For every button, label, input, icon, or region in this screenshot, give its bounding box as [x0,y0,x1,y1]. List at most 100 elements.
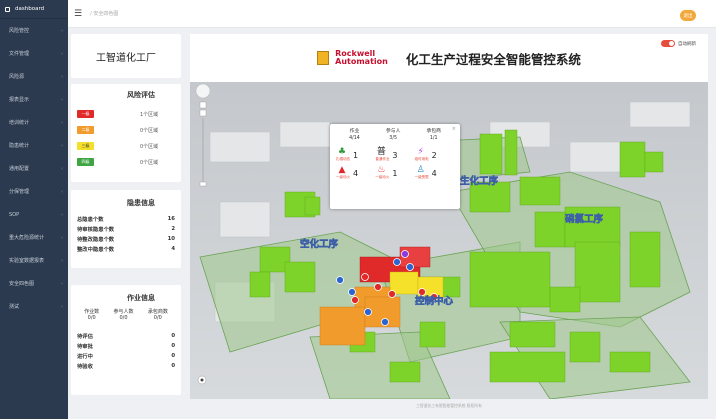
auto-refresh-toggle[interactable]: 自动刷新 [661,40,696,47]
popup-job-type[interactable]: ⚡ 临时用电 2 [415,148,454,162]
popup-col: 参与人 3/5 [386,128,400,142]
sidebar-item[interactable]: 重大危险源统计 ‹ [0,226,68,249]
job-panel: 作业信息 作业数 0/0 参与人数 0/0 承包商数 0/0 待评估 0 待审批 0 进行中 0 待验… [71,285,181,395]
job-head-value: 0/0 [87,315,96,321]
popup-job-count: 1 [353,150,359,160]
popup-job-label: 一级动火 [336,175,350,179]
job-row-label: 进行中 [77,354,93,360]
hazard-label: 总隐患个数 [77,217,104,223]
popup-col-label: 作业 [349,129,360,134]
risk-level-text: 1个区域 [140,111,159,118]
job-row: 待验收 0 [77,361,175,371]
sidebar-item-label: 隐患统计 [9,143,30,149]
dashboard-link[interactable]: dashboard [0,0,68,19]
sidebar-item[interactable]: 培训统计 ‹ [0,111,68,134]
popup-job-label: 普通作业 [375,157,390,161]
sidebar-item[interactable]: 通用配置 ‹ [0,157,68,180]
chevron-icon: ‹ [61,50,63,57]
popup-job-count: 2 [431,150,437,160]
popup-col: 承包商 1/1 [427,128,441,142]
hazard-panel: 隐患信息 总隐患个数 16 待审核隐患个数 2 待整改隐患个数 10 整改中隐患个数 4 [71,190,181,268]
map-label-2: 硝氯工序 [565,213,604,225]
factory-name: 工智道化工厂 [96,52,156,64]
risk-panel: 风险评估 一级 1个区域 二级 0个区域 三级 0个区域 四级 0个区域 [71,84,181,182]
worker-icon: ♙ [416,165,425,175]
job-row-label: 待验收 [77,364,93,370]
popup-job-count: 4 [431,168,437,178]
risk-level-chip: 四级 [77,158,94,166]
hazard-row: 整改中隐患个数 4 [77,244,175,254]
sidebar-item-label: SOP [9,211,20,218]
risk-level-chip: 三级 [77,142,94,150]
risk-level-chip: 二级 [77,126,94,134]
risk-level-text: 0个区域 [140,127,159,134]
chevron-icon: ‹ [61,27,63,34]
risk-level-text: 0个区域 [140,159,159,166]
job-head-value: 0/0 [153,315,162,321]
menu-toggle-icon[interactable]: ☰ [74,9,82,19]
sidebar-item[interactable]: 测试 ‹ [0,295,68,318]
hazard-label: 待审核隐患个数 [77,227,115,233]
sidebar-item[interactable]: 文件管理 ‹ [0,42,68,65]
popup-job-label: 一级受限 [414,175,429,179]
sidebar-item[interactable]: SOP ‹ [0,203,68,226]
popup-job-count: 1 [392,168,398,178]
job-row-value: 0 [171,363,175,369]
hazard-row: 待审核隐患个数 2 [77,224,175,234]
sidebar-item[interactable]: 安全四色图 ‹ [0,272,68,295]
popup-col-label: 参与人 [385,129,401,134]
chevron-icon: ‹ [61,188,63,195]
hazard-title: 隐患信息 [127,199,155,207]
person-icon: ♣ [337,147,347,157]
popup-col-value: 1/1 [429,136,438,141]
risk-row: 一级 1个区域 [77,106,175,122]
sidebar-item-label: 重大危险源统计 [9,235,45,241]
sidebar-item-label: 实验室数据报表 [9,258,45,264]
popup-job-type[interactable]: ♨ 一级动火 1 [375,166,414,180]
chevron-icon: ‹ [61,73,63,80]
sidebar-item-label: 风险源 [9,74,25,80]
sidebar-item[interactable]: 隐患统计 ‹ [0,134,68,157]
job-row: 待评估 0 [77,331,175,341]
chevron-icon: ‹ [61,165,63,172]
popup-job-type[interactable]: 普普通作业 3 [375,148,414,162]
logo-line2: Automation [335,57,388,66]
rockwell-logo: Rockwell Automation [317,50,388,66]
risk-row: 四级 0个区域 [77,154,175,170]
chevron-icon: ‹ [61,142,63,149]
map-label-1: 生化工序 [460,175,499,187]
footer: 工智道化工有限智能管控系统 版权所有 [416,403,482,408]
hazard-label: 整改中隐患个数 [77,247,115,253]
sidebar-item[interactable]: 实验室数据报表 ‹ [0,249,68,272]
sidebar-item[interactable]: 风险管控 ‹ [0,19,68,42]
lightning-icon: ⚡ [417,147,424,157]
job-head-value: 0/0 [119,315,128,321]
popup-job-type[interactable]: ▲ 一级动火 4 [336,166,375,180]
rockwell-logo-icon [317,51,330,65]
toggle-switch[interactable] [661,40,675,47]
factory-panel: 工智道化工厂 [71,34,181,78]
sidebar-item-label: 通用配置 [9,166,30,172]
sidebar-item[interactable]: 风险源 ‹ [0,65,68,88]
popup-job-type[interactable]: ♣ 扎帽动态 1 [336,148,375,162]
dashboard-label: dashboard [15,6,45,12]
risk-row: 二级 0个区域 [77,122,175,138]
chevron-icon: ‹ [61,211,63,218]
hazard-row: 总隐患个数 16 [77,214,175,224]
hazard-value: 4 [171,246,175,252]
hazard-row: 待整改隐患个数 10 [77,234,175,244]
general-icon: 普 [376,147,386,157]
chevron-icon: ‹ [61,234,63,241]
popup-job-count: 4 [353,168,359,178]
exit-button[interactable]: 退出 [680,10,696,21]
close-icon[interactable]: × [452,126,456,132]
job-popup: × 作业 4/14 参与人 3/5 承包商 1/1 ♣ 扎帽动态 1 普普通作业 3 ⚡ 临时用电 2 ▲… [330,124,460,209]
sidebar-item[interactable]: 分保管理 ‹ [0,180,68,203]
job-row-value: 0 [171,333,175,339]
chevron-icon: ‹ [61,96,63,103]
system-title: 化工生产过程安全智能管控系统 [405,51,581,67]
sidebar-item[interactable]: 报表显示 ‹ [0,88,68,111]
sidebar-item-label: 培训统计 [9,120,30,126]
map-label-4: 控制中心 [415,295,454,307]
popup-job-type[interactable]: ♙ 一级受限 4 [415,166,454,180]
